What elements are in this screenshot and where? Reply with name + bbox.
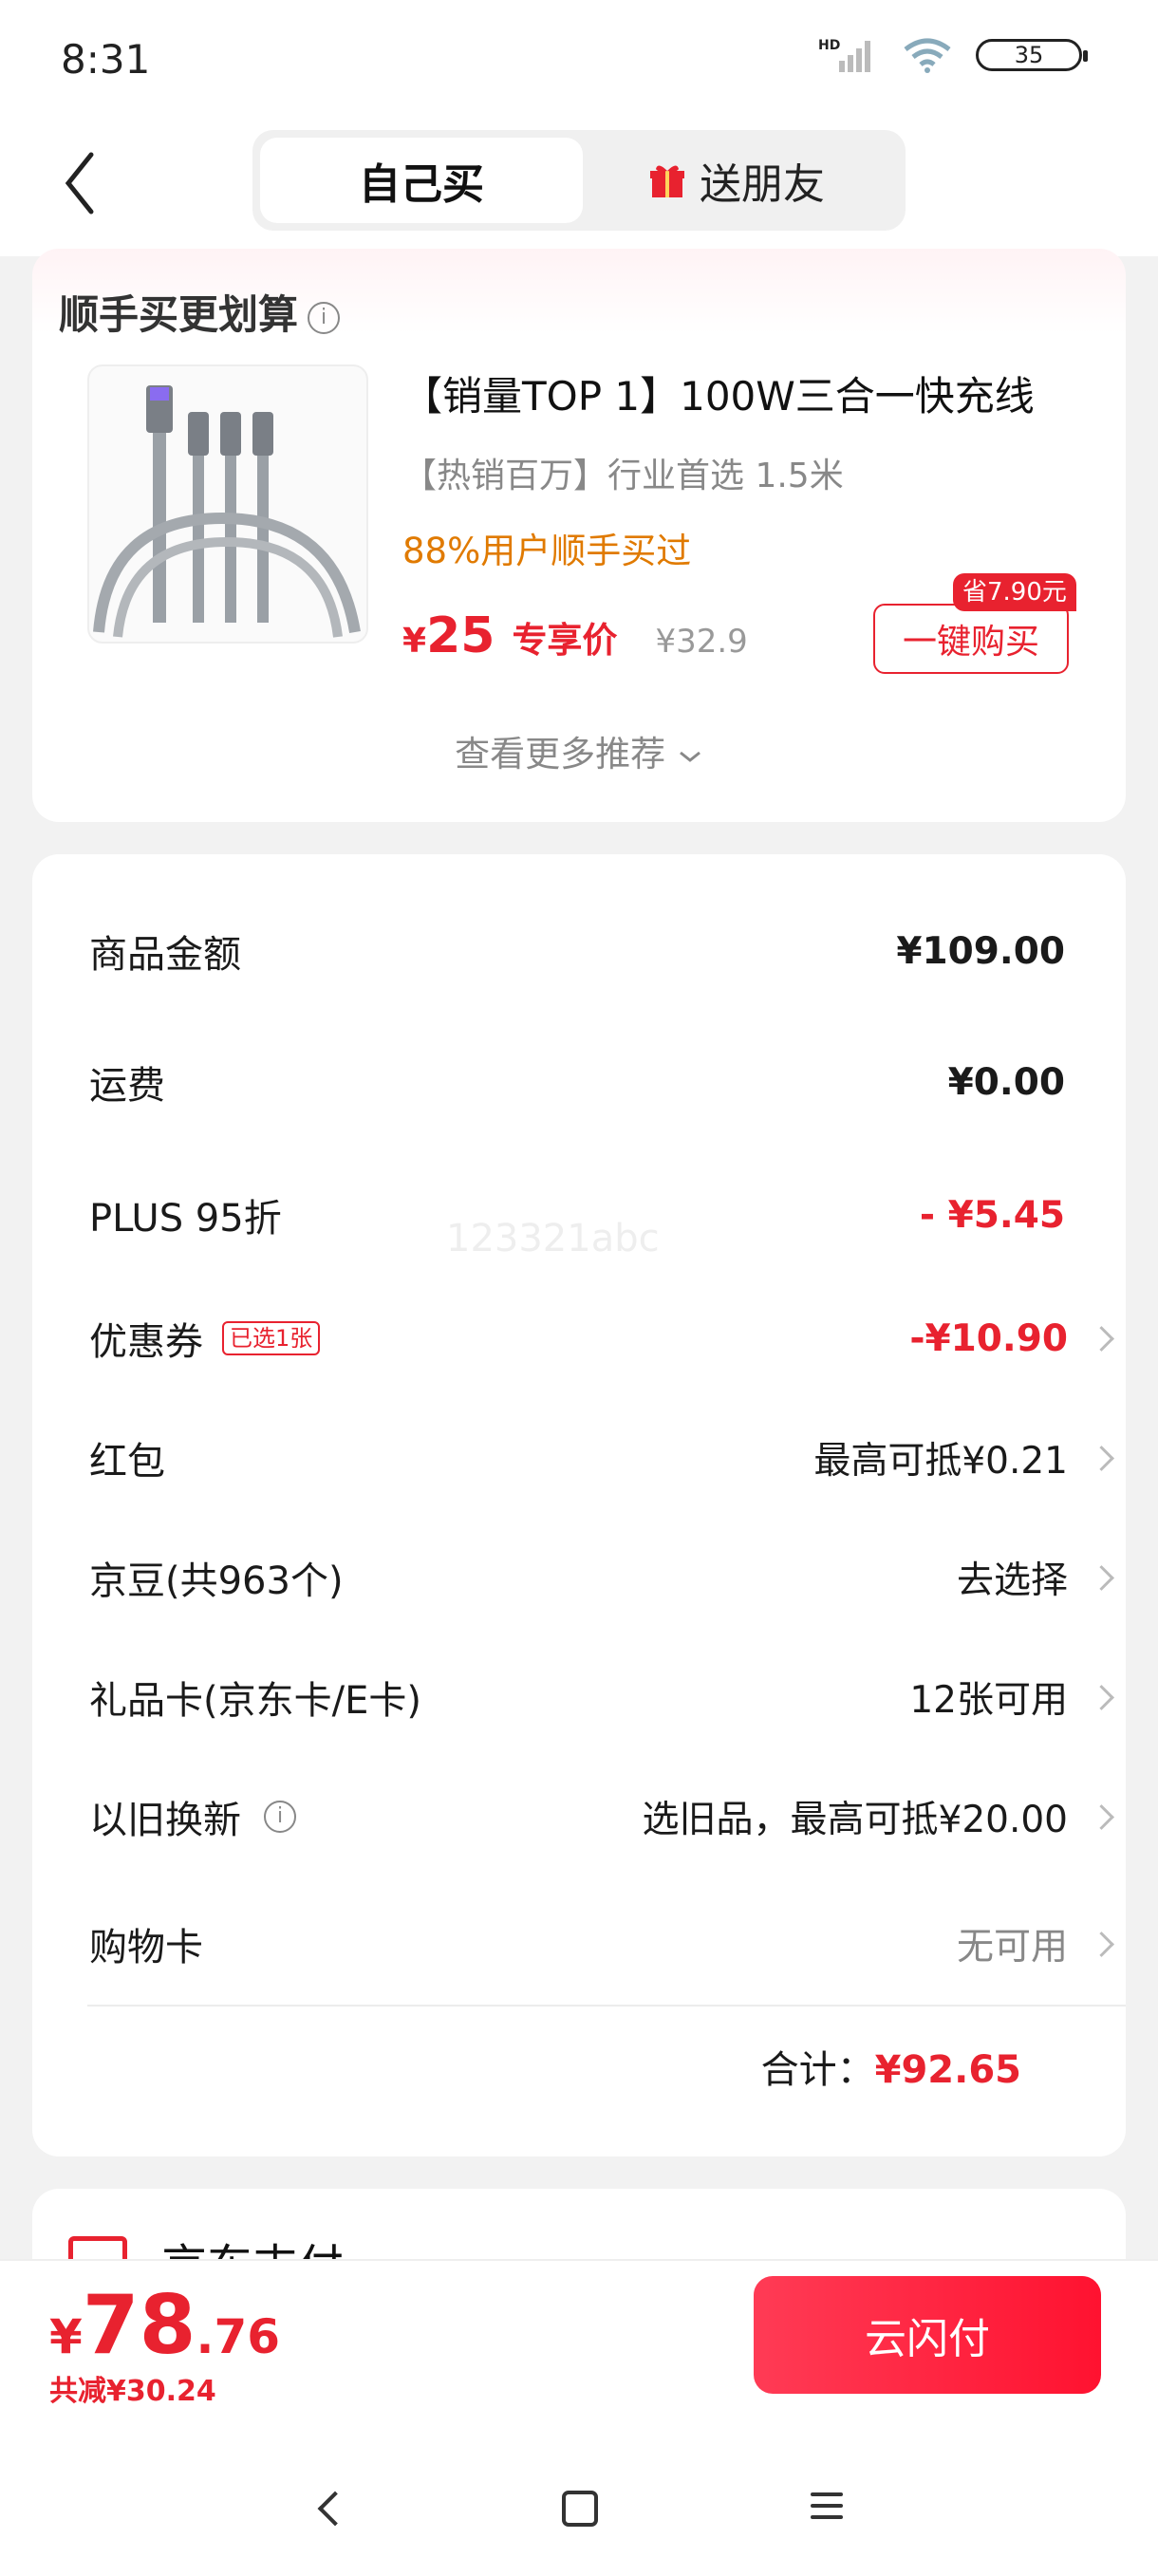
row-label: 礼品卡(京东卡/E卡) — [89, 1679, 421, 1723]
row-label: PLUS 95折 — [89, 1197, 282, 1241]
divider — [87, 2005, 1126, 2007]
final-price: ¥78.76 — [49, 2278, 280, 2373]
row-value: 去选择 — [956, 1559, 1068, 1602]
row-label: 京豆(共963个) — [89, 1559, 344, 1603]
info-icon[interactable]: i — [308, 301, 341, 334]
row-value: ¥0.00 — [947, 1060, 1065, 1104]
status-bar: 8:31 HD 35 — [0, 0, 1158, 119]
tab-gift-to-friend-label: 送朋友 — [700, 160, 825, 209]
row-value: 最高可抵¥0.21 — [813, 1440, 1068, 1483]
price-currency: ¥ — [402, 622, 427, 661]
tab-buy-for-self[interactable]: 自己买 — [260, 138, 583, 223]
row-label: 运费 — [89, 1064, 165, 1108]
battery-icon: 35 — [976, 39, 1088, 71]
signal-icon: HD — [818, 38, 870, 72]
final-price-currency: ¥ — [49, 2309, 83, 2364]
row-coupon[interactable]: 优惠券 已选1张 -¥10.90 — [89, 1300, 1114, 1376]
total-label: 合计： — [760, 2048, 875, 2092]
save-badge: 省7.90元 — [953, 573, 1076, 611]
see-more-label: 查看更多推荐 — [455, 734, 666, 775]
row-label: 红包 — [89, 1440, 165, 1484]
row-label: 优惠券 — [89, 1320, 203, 1364]
gift-icon — [650, 165, 684, 197]
row-value: 选旧品，最高可抵¥20.00 — [642, 1799, 1068, 1841]
row-shopping-card[interactable]: 购物卡 无可用 — [89, 1906, 1114, 1982]
system-home-icon[interactable] — [562, 2491, 598, 2527]
system-back-icon[interactable] — [317, 2491, 353, 2527]
status-icons: HD 35 — [818, 36, 1088, 74]
tab-gift-to-friend[interactable]: 送朋友 — [575, 138, 898, 223]
row-value: - ¥5.45 — [919, 1193, 1065, 1237]
charging-cable-image — [93, 385, 361, 638]
back-arrow-icon[interactable] — [53, 145, 110, 221]
row-red-packet[interactable]: 红包 最高可抵¥0.21 — [89, 1420, 1114, 1496]
row-value: -¥10.90 — [909, 1316, 1068, 1360]
final-price-decimal: .76 — [196, 2309, 281, 2364]
tab-buy-for-self-label: 自己买 — [359, 160, 484, 209]
chevron-down-icon — [679, 751, 700, 762]
final-price-integer: 78 — [82, 2278, 196, 2373]
recommendation-title: 顺手买更划算 i — [59, 283, 341, 341]
row-plus-discount: PLUS 95折 - ¥5.45 — [89, 1177, 1065, 1253]
row-value: ¥109.00 — [896, 929, 1065, 973]
row-label: 商品金额 — [89, 933, 241, 977]
info-icon[interactable]: i — [264, 1801, 296, 1833]
status-time: 8:31 — [61, 36, 151, 83]
see-more-recommendations[interactable]: 查看更多推荐 — [0, 725, 1158, 776]
nav-bar: 自己买 送朋友 — [0, 119, 1158, 256]
row-shipping: 运费 ¥0.00 — [89, 1044, 1065, 1120]
row-jingdou[interactable]: 京豆(共963个) 去选择 — [89, 1540, 1114, 1615]
row-label: 购物卡 — [89, 1926, 203, 1969]
coupon-badge: 已选1张 — [222, 1321, 321, 1355]
network-label: HD — [818, 38, 840, 53]
purchase-mode-toggle: 自己买 送朋友 — [252, 130, 906, 231]
system-nav-bar — [0, 2468, 1158, 2574]
total-value: ¥92.65 — [874, 2048, 1021, 2092]
row-trade-in[interactable]: 以旧换新 i 选旧品，最高可抵¥20.00 — [89, 1779, 1114, 1855]
total-saved: 共减¥30.24 — [49, 2375, 216, 2408]
system-menu-icon[interactable] — [811, 2492, 843, 2527]
wifi-icon — [904, 38, 951, 73]
row-value: 无可用 — [956, 1926, 1068, 1969]
order-total: 合计：¥92.65 — [761, 2039, 1021, 2094]
row-value: 12张可用 — [909, 1679, 1068, 1722]
product-price: 25 — [426, 607, 495, 664]
pay-button[interactable]: 云闪付 — [754, 2276, 1101, 2394]
product-image[interactable] — [87, 364, 368, 644]
row-label: 以旧换新 — [89, 1799, 241, 1842]
row-item-amount: 商品金额 ¥109.00 — [89, 913, 1065, 989]
row-gift-card[interactable]: 礼品卡(京东卡/E卡) 12张可用 — [89, 1659, 1114, 1735]
original-price: ¥32.9 — [655, 623, 748, 661]
recommendation-title-text: 顺手买更划算 — [59, 291, 299, 338]
product-name[interactable]: 【销量TOP 1】100W三合一快充线 — [402, 364, 1035, 422]
social-proof: 88%用户顺手买过 — [402, 531, 692, 571]
one-click-buy-button[interactable]: 一键购买 — [873, 604, 1069, 674]
price-tag: 专享价 — [512, 620, 618, 661]
product-subtitle: 【热销百万】行业首选 1.5米 — [402, 457, 844, 495]
product-price-row: ¥ 25 专享价 ¥32.9 — [402, 607, 748, 664]
